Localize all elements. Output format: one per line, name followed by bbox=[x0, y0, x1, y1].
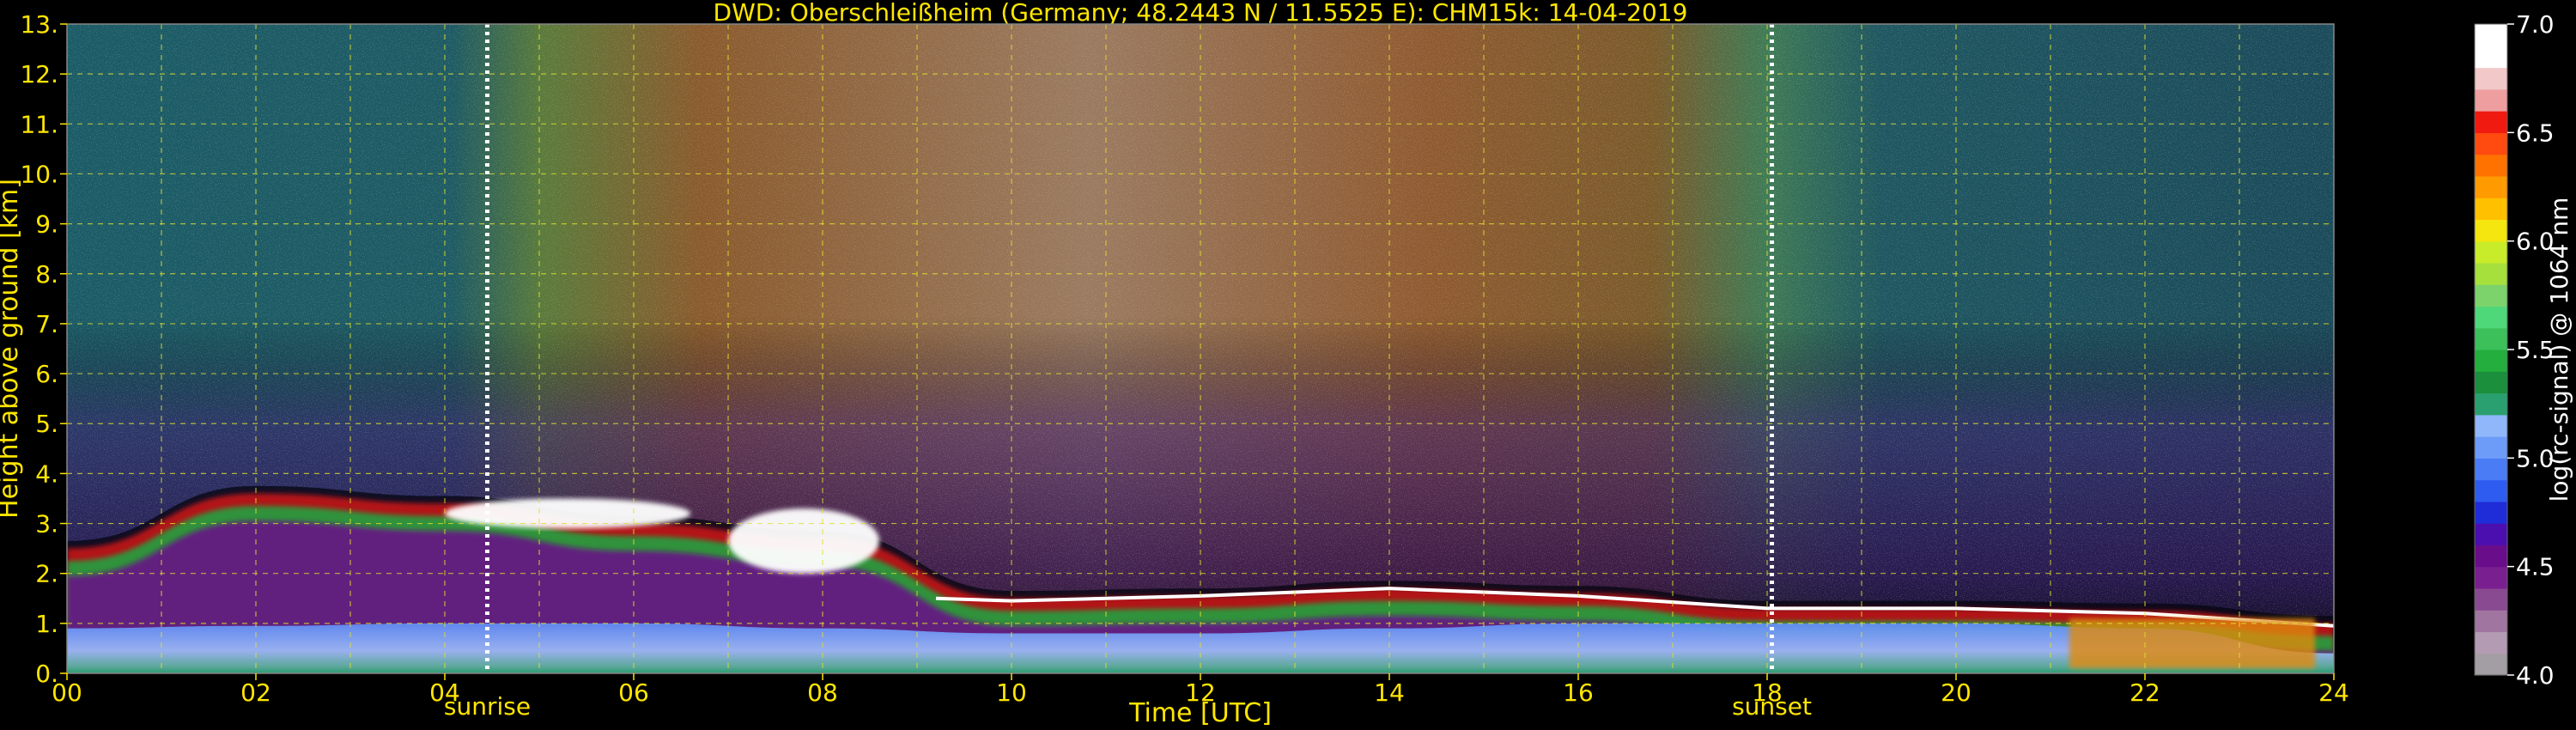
y-tick-label: 1. bbox=[35, 610, 58, 638]
y-tick-label: 2. bbox=[35, 560, 58, 588]
x-tick-label: 08 bbox=[807, 678, 838, 707]
x-tick-label: 24 bbox=[2318, 678, 2349, 707]
colorbar-segment bbox=[2475, 371, 2507, 394]
colorbar-segment bbox=[2475, 111, 2507, 133]
colorbar-label: log(rc-signal) @ 1064 nm bbox=[2545, 198, 2573, 502]
colorbar-segment bbox=[2475, 610, 2507, 633]
y-axis-label: Height above ground [km] bbox=[0, 179, 24, 519]
colorbar-segment bbox=[2475, 327, 2507, 350]
y-tick-label: 13. bbox=[20, 10, 58, 39]
colorbar-segment bbox=[2475, 631, 2507, 654]
x-tick-label: 02 bbox=[240, 678, 271, 707]
y-tick-label: 8. bbox=[35, 260, 58, 289]
x-tick-label: 14 bbox=[1374, 678, 1405, 707]
colorbar-segment bbox=[2475, 587, 2507, 611]
marker-label-sunrise: sunrise bbox=[444, 692, 531, 721]
marker-label-sunset: sunset bbox=[1732, 692, 1812, 721]
colorbar-tick-label: 4.5 bbox=[2516, 553, 2555, 581]
colorbar-segment bbox=[2475, 458, 2507, 481]
colorbar-tick-label: 7.0 bbox=[2516, 10, 2555, 39]
y-axis-ticks: 0. 1. 2. 3. 4. 5. 6. 7. 8. 9. 10. 11. 12. 13. bbox=[20, 10, 67, 688]
y-tick-label: 9. bbox=[35, 210, 58, 239]
y-tick-label: 7. bbox=[35, 310, 58, 338]
colorbar-segment bbox=[2475, 67, 2507, 90]
colorbar-segment bbox=[2475, 392, 2507, 416]
colorbar-segment bbox=[2475, 653, 2507, 676]
colorbar-segment bbox=[2475, 479, 2507, 502]
y-tick-label: 5. bbox=[35, 410, 58, 438]
x-tick-label: 10 bbox=[996, 678, 1027, 707]
x-axis-label: Time [UTC] bbox=[1128, 698, 1272, 728]
colorbar-segment bbox=[2475, 88, 2507, 112]
y-tick-label: 12. bbox=[20, 60, 58, 88]
x-tick-label: 22 bbox=[2129, 678, 2160, 707]
x-tick-label: 06 bbox=[618, 678, 649, 707]
strong-backscatter-core bbox=[728, 508, 879, 574]
x-tick-label: 20 bbox=[1941, 678, 1971, 707]
y-tick-label: 11. bbox=[20, 110, 58, 138]
colorbar-segment bbox=[2475, 566, 2507, 589]
y-tick-label: 10. bbox=[20, 160, 58, 188]
y-tick-label: 0. bbox=[35, 660, 58, 688]
colorbar-segment bbox=[2475, 544, 2507, 568]
y-tick-label: 4. bbox=[35, 459, 58, 488]
colorbar-segment bbox=[2475, 175, 2507, 198]
sun-marker-labels: sunrise sunset bbox=[444, 692, 1812, 721]
colorbar-tick-label: 4.0 bbox=[2516, 661, 2555, 690]
colorbar-segment bbox=[2475, 46, 2507, 69]
y-tick-label: 3. bbox=[35, 510, 58, 538]
x-tick-label: 16 bbox=[1563, 678, 1594, 707]
ceilometer-chart: DWD: Oberschleißheim (Germany; 48.2443 N… bbox=[0, 0, 2573, 728]
colorbar-segment bbox=[2475, 350, 2507, 372]
colorbar-segment bbox=[2475, 154, 2507, 177]
colorbar-segment bbox=[2475, 306, 2507, 329]
colorbar-segment bbox=[2475, 501, 2507, 524]
colorbar-segment bbox=[2475, 219, 2507, 242]
colorbar-segment bbox=[2475, 414, 2507, 437]
colorbar: 4.04.55.05.56.06.57.0 bbox=[2474, 10, 2555, 690]
plot-area bbox=[67, 24, 2334, 673]
colorbar-segment bbox=[2475, 284, 2507, 307]
colorbar-segment bbox=[2475, 523, 2507, 545]
colorbar-segment bbox=[2475, 240, 2507, 264]
evening-aerosol-patch bbox=[2069, 618, 2315, 669]
colorbar-segment bbox=[2475, 436, 2507, 459]
colorbar-segment bbox=[2475, 198, 2507, 220]
y-tick-label: 6. bbox=[35, 360, 58, 388]
colorbar-segment bbox=[2475, 132, 2507, 155]
chart-title: DWD: Oberschleißheim (Germany; 48.2443 N… bbox=[714, 0, 1688, 27]
colorbar-segment bbox=[2475, 24, 2507, 46]
colorbar-tick-label: 6.5 bbox=[2516, 119, 2555, 147]
colorbar-segment bbox=[2475, 262, 2507, 285]
